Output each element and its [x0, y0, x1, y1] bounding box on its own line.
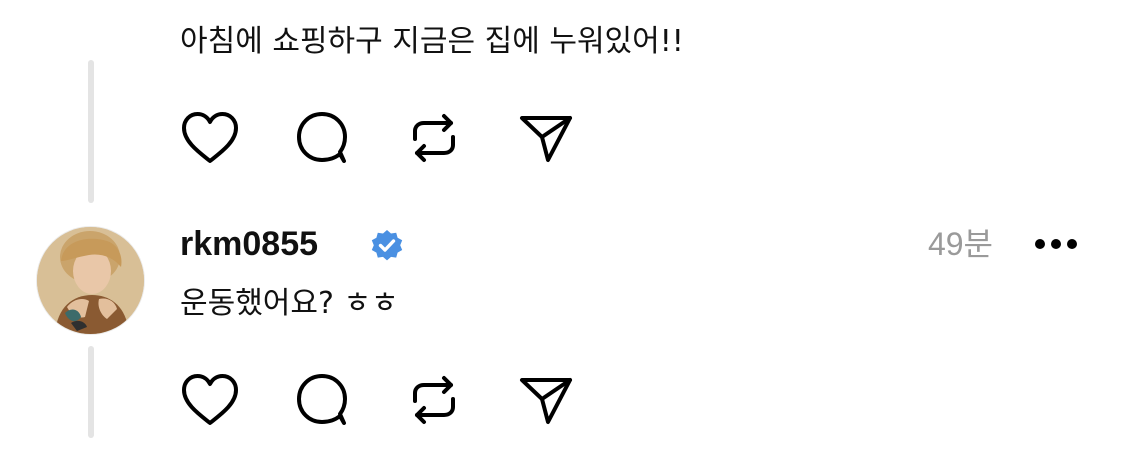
repost-button[interactable]: [404, 372, 464, 428]
avatar[interactable]: [37, 227, 144, 334]
ellipsis-icon: [1035, 239, 1077, 249]
paper-plane-icon: [520, 116, 572, 162]
heart-icon: [182, 112, 238, 163]
post-action-bar: [180, 110, 628, 166]
share-button[interactable]: [516, 110, 576, 166]
paper-plane-icon: [520, 378, 572, 424]
post-timestamp: 49분: [927, 226, 993, 262]
thread-connector-line: [88, 60, 94, 203]
thread-connector-line: [88, 346, 94, 438]
heart-icon: [182, 374, 238, 425]
thread-view: 아침에 쇼핑하구 지금은 집에 누워있어!! rkm0855 49분 운동했어요…: [0, 0, 1124, 463]
like-button[interactable]: [180, 372, 240, 428]
username[interactable]: rkm0855: [180, 222, 318, 266]
like-button[interactable]: [180, 110, 240, 166]
repost-button[interactable]: [404, 110, 464, 166]
speech-bubble-icon: [297, 112, 347, 163]
more-options-button[interactable]: [1028, 226, 1084, 262]
post-body-text: 아침에 쇼핑하구 지금은 집에 누워있어!!: [180, 24, 684, 59]
speech-bubble-icon: [297, 374, 347, 425]
share-button[interactable]: [516, 372, 576, 428]
repost-arrows-icon: [413, 114, 455, 162]
avatar-photo: [37, 227, 144, 334]
reply-body-text: 운동했어요? ㅎㅎ: [180, 286, 399, 321]
reply-action-bar: [180, 372, 628, 428]
verified-badge-icon: [371, 230, 403, 261]
repost-arrows-icon: [413, 376, 455, 424]
reply-button[interactable]: [292, 372, 352, 428]
reply-button[interactable]: [292, 110, 352, 166]
